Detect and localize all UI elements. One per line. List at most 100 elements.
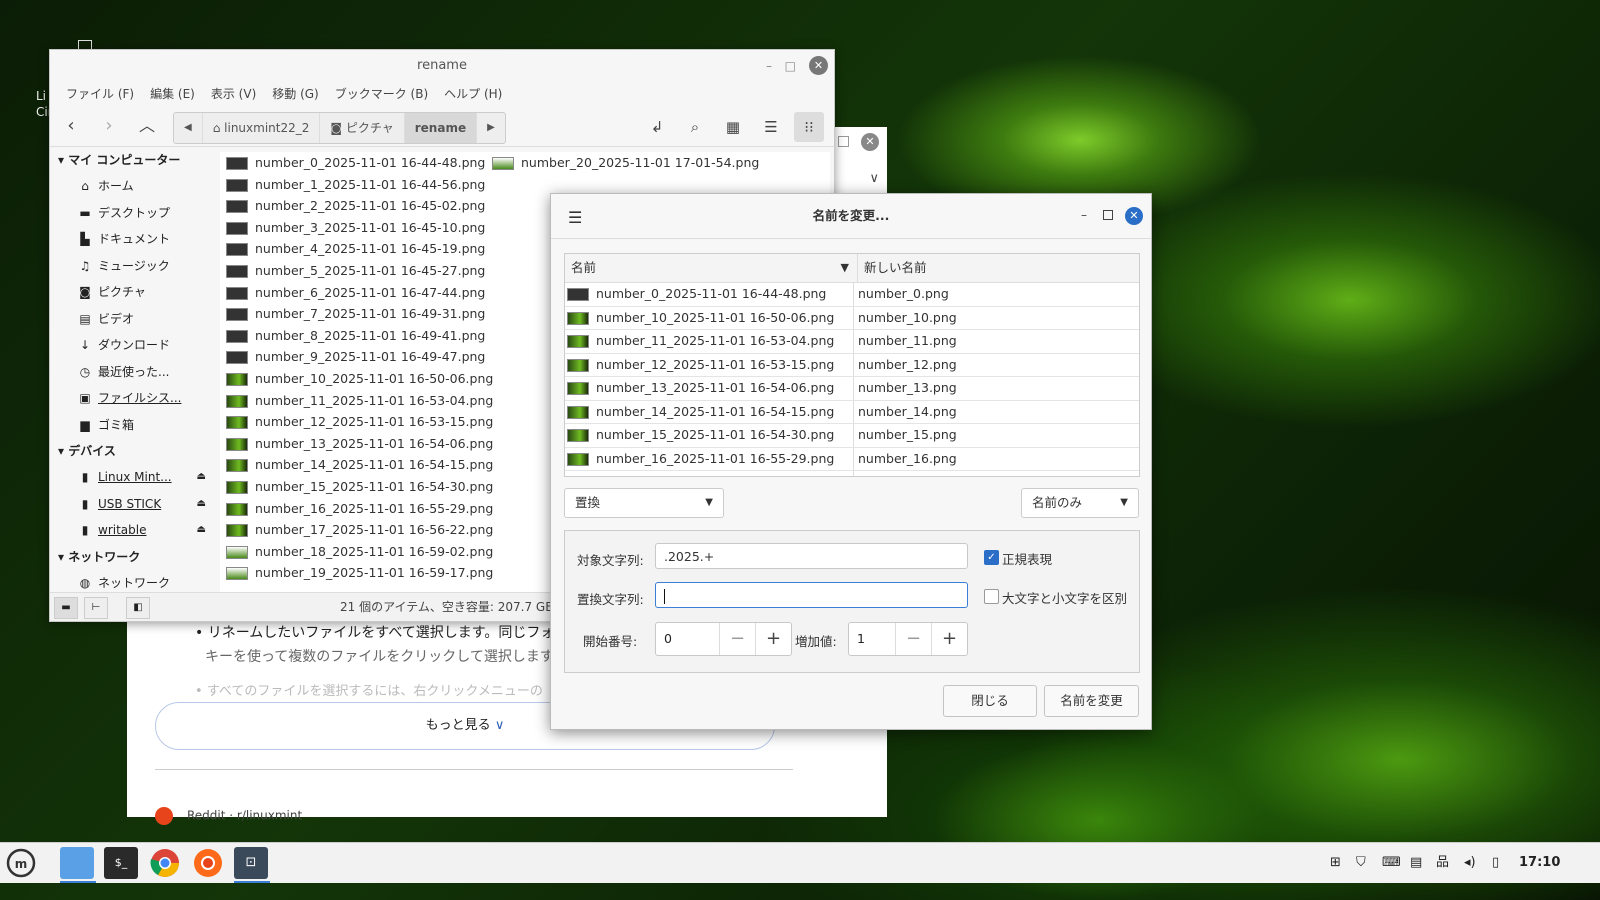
- menu-item[interactable]: 編集 (E): [142, 82, 203, 106]
- file-item[interactable]: number_13_2025-11-01 16-54-06.png: [226, 433, 493, 455]
- battery-icon[interactable]: ▯: [1492, 843, 1499, 883]
- column-new-name-header[interactable]: 新しい名前: [858, 254, 927, 282]
- sidebar-toggle-icon[interactable]: ◧: [126, 597, 150, 619]
- keyboard-icon[interactable]: ⌨: [1382, 843, 1401, 883]
- breadcrumb-current[interactable]: rename: [404, 113, 478, 143]
- case-sensitive-checkbox[interactable]: [984, 589, 999, 604]
- file-item[interactable]: number_12_2025-11-01 16-53-15.png: [226, 411, 493, 433]
- close-icon[interactable]: ✕: [861, 133, 879, 151]
- increment-button[interactable]: +: [756, 623, 791, 655]
- file-item[interactable]: number_6_2025-11-01 16-47-44.png: [226, 282, 493, 304]
- sidebar-item-network[interactable]: ◍ ネットワーク: [50, 570, 216, 593]
- path-toggle-icon[interactable]: ↲: [642, 112, 672, 142]
- replace-string-input[interactable]: [655, 582, 968, 608]
- rename-app-icon[interactable]: ⊡: [234, 847, 268, 879]
- eject-icon[interactable]: ⏏: [197, 464, 206, 491]
- maximize-icon[interactable]: [1103, 210, 1113, 220]
- window-titlebar[interactable]: rename – □ ✕: [50, 50, 834, 82]
- close-icon[interactable]: ✕: [1125, 207, 1143, 225]
- sidebar-device[interactable]: ▮ Linux Mint... ⏏: [50, 464, 216, 491]
- table-row[interactable]: number_0_2025-11-01 16-44-48.png number_0…: [565, 283, 1139, 307]
- start-number-input[interactable]: 0: [656, 623, 720, 655]
- eject-icon[interactable]: ⏏: [197, 517, 206, 544]
- sidebar-section-network[interactable]: ▾ ネットワーク: [50, 544, 216, 570]
- column-name-header[interactable]: 名前 ▼: [565, 254, 858, 282]
- network-icon[interactable]: 品: [1436, 843, 1449, 883]
- sidebar-item[interactable]: ▬ デスクトップ: [50, 200, 216, 227]
- notes-icon[interactable]: ▤: [1410, 843, 1422, 883]
- file-item[interactable]: number_16_2025-11-01 16-55-29.png: [226, 498, 493, 520]
- regex-checkbox[interactable]: ✓: [984, 550, 999, 565]
- table-row[interactable]: number_14_2025-11-01 16-54-15.png number_…: [565, 400, 1139, 424]
- chrome-icon[interactable]: [148, 847, 182, 879]
- table-row[interactable]: number_12_2025-11-01 16-53-15.png number_…: [565, 353, 1139, 377]
- step-input[interactable]: 1: [849, 623, 896, 655]
- file-item[interactable]: number_0_2025-11-01 16-44-48.png: [226, 152, 493, 174]
- breadcrumb-home[interactable]: ⌂ linuxmint22_2: [203, 113, 321, 143]
- file-item[interactable]: number_1_2025-11-01 16-44-56.png: [226, 174, 493, 196]
- maximize-icon[interactable]: [838, 136, 849, 147]
- collapse-icon[interactable]: ▾: [58, 153, 64, 167]
- close-button[interactable]: 閉じる: [943, 685, 1037, 717]
- sidebar-item[interactable]: ▙ ドキュメント: [50, 226, 216, 253]
- files-icon[interactable]: [60, 847, 94, 879]
- eject-icon[interactable]: ⏏: [197, 491, 206, 518]
- dialog-titlebar[interactable]: ☰ 名前を変更... – ✕: [551, 194, 1151, 239]
- sidebar-item[interactable]: ♫ ミュージック: [50, 253, 216, 280]
- icon-view-icon[interactable]: ▦: [718, 112, 748, 142]
- file-item[interactable]: number_5_2025-11-01 16-45-27.png: [226, 260, 493, 282]
- decrement-button[interactable]: −: [720, 623, 756, 655]
- back-icon[interactable]: ‹: [60, 112, 82, 140]
- file-item[interactable]: number_3_2025-11-01 16-45-10.png: [226, 217, 493, 239]
- shield-icon[interactable]: ⛉: [1356, 843, 1366, 883]
- file-item[interactable]: number_4_2025-11-01 16-45-19.png: [226, 238, 493, 260]
- table-row[interactable]: number_15_2025-11-01 16-54-30.png number_…: [565, 424, 1139, 448]
- sidebar-device[interactable]: ▮ USB STICK ⏏: [50, 491, 216, 518]
- collapse-icon[interactable]: ▾: [58, 550, 64, 564]
- file-item[interactable]: number_2_2025-11-01 16-45-02.png: [226, 195, 493, 217]
- file-item[interactable]: number_18_2025-11-01 16-59-02.png: [226, 541, 493, 563]
- list-view-icon[interactable]: ☰: [756, 112, 786, 142]
- chevron-down-icon[interactable]: ∨: [869, 171, 879, 186]
- mode-dropdown[interactable]: 置換 ▼: [564, 488, 724, 518]
- menu-item[interactable]: 移動 (G): [264, 82, 326, 106]
- file-item[interactable]: number_15_2025-11-01 16-54-30.png: [226, 476, 493, 498]
- sidebar-item[interactable]: ↓ ダウンロード: [50, 332, 216, 359]
- clock[interactable]: 17:10: [1519, 843, 1560, 883]
- sidebar-item[interactable]: ▆ ゴミ箱: [50, 412, 216, 439]
- file-item[interactable]: number_19_2025-11-01 16-59-17.png: [226, 562, 493, 584]
- sidebar-item[interactable]: ⌂ ホーム: [50, 173, 216, 200]
- maximize-icon[interactable]: □: [785, 50, 796, 82]
- file-item[interactable]: number_14_2025-11-01 16-54-15.png: [226, 454, 493, 476]
- file-item[interactable]: number_11_2025-11-01 16-53-04.png: [226, 390, 493, 412]
- sidebar-section-my-computer[interactable]: ▾ マイ コンピューター: [50, 147, 216, 173]
- rename-dialog[interactable]: ☰ 名前を変更... – ✕ 名前 ▼ 新しい名前 number_0_2025-1…: [550, 193, 1152, 730]
- sidebar-device[interactable]: ▮ writable ⏏: [50, 517, 216, 544]
- file-item[interactable]: number_17_2025-11-01 16-56-22.png: [226, 519, 493, 541]
- file-item[interactable]: number_9_2025-11-01 16-49-47.png: [226, 346, 493, 368]
- table-row[interactable]: number_17_2025-11-01 16-56-22.png number_…: [565, 471, 1139, 476]
- breadcrumb-right-arrow[interactable]: ▶: [477, 113, 505, 143]
- table-row[interactable]: number_16_2025-11-01 16-55-29.png number_…: [565, 447, 1139, 471]
- rename-button[interactable]: 名前を変更: [1044, 685, 1139, 717]
- decrement-button[interactable]: −: [896, 623, 932, 655]
- table-row[interactable]: number_10_2025-11-01 16-50-06.png number_…: [565, 306, 1139, 330]
- compact-view-icon[interactable]: ⁝⁝: [794, 112, 824, 142]
- breadcrumb-pictures[interactable]: ◙ ピクチャ: [320, 113, 405, 143]
- sidebar-item[interactable]: ▤ ビデオ: [50, 306, 216, 333]
- menu-item[interactable]: ブックマーク (B): [327, 82, 436, 106]
- table-row[interactable]: number_13_2025-11-01 16-54-06.png number_…: [565, 377, 1139, 401]
- close-icon[interactable]: ✕: [809, 56, 828, 75]
- tree-toggle-icon[interactable]: ⊢: [84, 597, 108, 619]
- collapse-icon[interactable]: ▾: [58, 444, 64, 458]
- menu-item[interactable]: ヘルプ (H): [436, 82, 510, 106]
- source-label[interactable]: Reddit · r/linuxmint: [155, 807, 302, 825]
- minimize-icon[interactable]: –: [1081, 208, 1087, 222]
- sidebar-item[interactable]: ◙ ピクチャ: [50, 279, 216, 306]
- firefox-icon[interactable]: [191, 847, 225, 879]
- terminal-icon[interactable]: $_: [104, 847, 138, 879]
- scope-dropdown[interactable]: 名前のみ ▼: [1021, 488, 1139, 518]
- search-icon[interactable]: ⌕: [680, 112, 710, 142]
- menu-item[interactable]: ファイル (F): [58, 82, 142, 106]
- sidebar-item[interactable]: ◷ 最近使った...: [50, 359, 216, 386]
